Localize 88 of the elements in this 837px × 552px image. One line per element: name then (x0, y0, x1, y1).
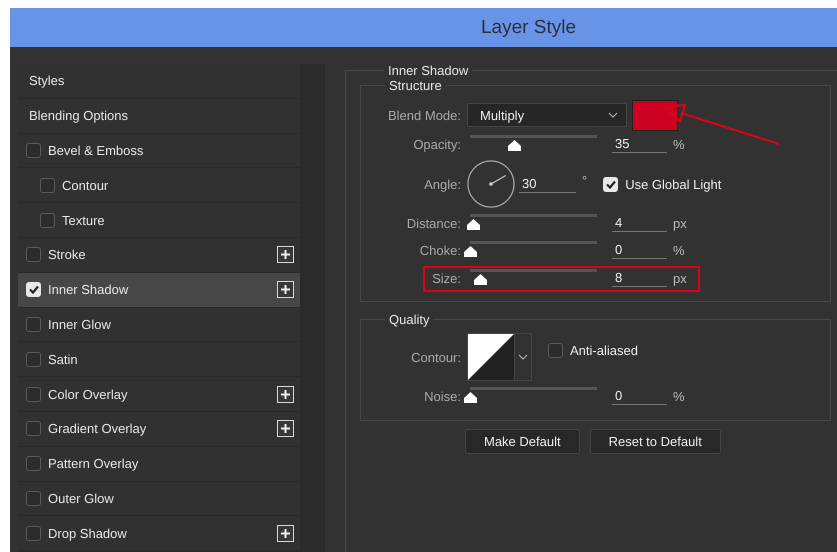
blend-mode-dropdown[interactable]: Multiply (467, 103, 627, 127)
effect-label: Texture (62, 212, 106, 228)
value-field[interactable]: 0 (612, 388, 667, 405)
sidebar-item[interactable]: Texture (18, 203, 300, 238)
checkbox[interactable] (26, 352, 41, 367)
sidebar-item[interactable]: Gradient Overlay (18, 412, 300, 447)
sidebar-item[interactable]: Bevel & Emboss (18, 134, 300, 168)
chevron-icon (518, 354, 528, 360)
checkbox[interactable] (26, 421, 41, 436)
value-field[interactable]: 4 (612, 215, 667, 232)
checkbox[interactable] (26, 490, 41, 506)
option-label: Use Global Light (625, 176, 722, 192)
sidebar-item[interactable]: Pattern Overlay (18, 446, 300, 482)
plus-icon (280, 423, 291, 434)
plus-icon (280, 284, 291, 296)
sidebar-item[interactable]: Inner Shadow (18, 272, 300, 308)
checkbox[interactable] (26, 247, 41, 262)
field-label: Distance: (406, 216, 461, 231)
checkbox[interactable] (40, 212, 55, 228)
unit-label: % (673, 137, 685, 152)
field-label: Blend Mode: (387, 108, 461, 122)
checkbox[interactable] (26, 386, 41, 402)
contour-picker[interactable] (467, 333, 532, 381)
slider-thumb[interactable] (464, 246, 476, 256)
checkbox[interactable] (40, 178, 55, 193)
section-title: Inner Shadow (387, 63, 470, 78)
slider-thumb[interactable] (508, 140, 521, 150)
sidebar-item[interactable]: Color Overlay (18, 377, 300, 412)
unit-label: px (673, 216, 687, 231)
add-effect-button[interactable] (277, 246, 294, 264)
checkbox[interactable] (548, 342, 563, 358)
field-label: Contour: (410, 350, 461, 364)
sidebar-item[interactable]: Contour (18, 168, 300, 204)
sidebar-item[interactable]: Satin (18, 342, 300, 378)
plus-icon (280, 528, 291, 539)
effect-label: Color Overlay (48, 386, 128, 402)
field-label: Opacity: (412, 137, 461, 152)
checkbox[interactable] (26, 456, 41, 472)
unit-label: % (673, 243, 685, 258)
effect-label: Satin (48, 352, 79, 367)
checkbox[interactable] (26, 526, 41, 541)
effect-label: Drop Shadow (48, 526, 128, 541)
window-title: Layer Style (480, 16, 576, 38)
dialog-button[interactable]: Make Default (465, 429, 580, 454)
add-effect-button[interactable] (277, 281, 294, 298)
dialog-button[interactable]: Reset to Default (590, 429, 721, 454)
value-field[interactable]: 35 (612, 136, 667, 153)
unit-label: ° (582, 172, 588, 188)
value-field[interactable]: 8 (612, 270, 667, 287)
sidebar-item[interactable]: Outer Glow (18, 482, 300, 516)
add-effect-button[interactable] (277, 386, 294, 403)
sidebar-item[interactable]: Stroke (18, 238, 300, 273)
color-swatch[interactable] (632, 100, 678, 130)
sidebar-item[interactable]: Drop Shadow (18, 516, 300, 552)
sidebar-item[interactable]: Blending Options (18, 98, 300, 134)
slider-thumb[interactable] (474, 274, 487, 284)
plus-icon (280, 388, 291, 400)
add-effect-button[interactable] (277, 524, 294, 542)
field-label: Choke: (418, 243, 461, 258)
slider-thumb[interactable] (467, 218, 480, 230)
effect-label: Bevel & Emboss (48, 142, 144, 158)
field-label: Size: (431, 271, 461, 286)
checkbox[interactable] (26, 142, 41, 158)
add-effect-button[interactable] (277, 420, 294, 438)
effect-label: Inner Glow (48, 316, 112, 332)
contour-curve-icon (468, 334, 514, 380)
group-title: Structure (388, 78, 443, 93)
unit-label: % (673, 389, 685, 404)
sidebar-item[interactable]: Inner Glow (18, 308, 300, 342)
angle-dial[interactable] (467, 160, 515, 208)
effect-label: Pattern Overlay (48, 456, 140, 472)
effect-label: Contour (62, 178, 110, 193)
plus-icon (280, 249, 291, 260)
value-field[interactable]: 30 (519, 176, 576, 192)
effect-label: Inner Shadow (48, 282, 130, 298)
option-label: Anti-aliased (570, 342, 638, 358)
sidebar-item[interactable]: Styles (18, 64, 300, 99)
unit-label: px (673, 271, 687, 286)
group-title: Quality (388, 312, 430, 327)
effect-label: Stroke (48, 247, 87, 262)
slider-thumb[interactable] (464, 392, 476, 402)
chevron-icon (608, 112, 618, 118)
effect-label: Gradient Overlay (48, 421, 148, 436)
field-label: Noise: (423, 389, 461, 404)
checkbox[interactable] (26, 316, 41, 332)
value-field[interactable]: 0 (612, 242, 667, 259)
effect-label: Outer Glow (48, 490, 115, 506)
field-label: Angle: (423, 176, 461, 192)
